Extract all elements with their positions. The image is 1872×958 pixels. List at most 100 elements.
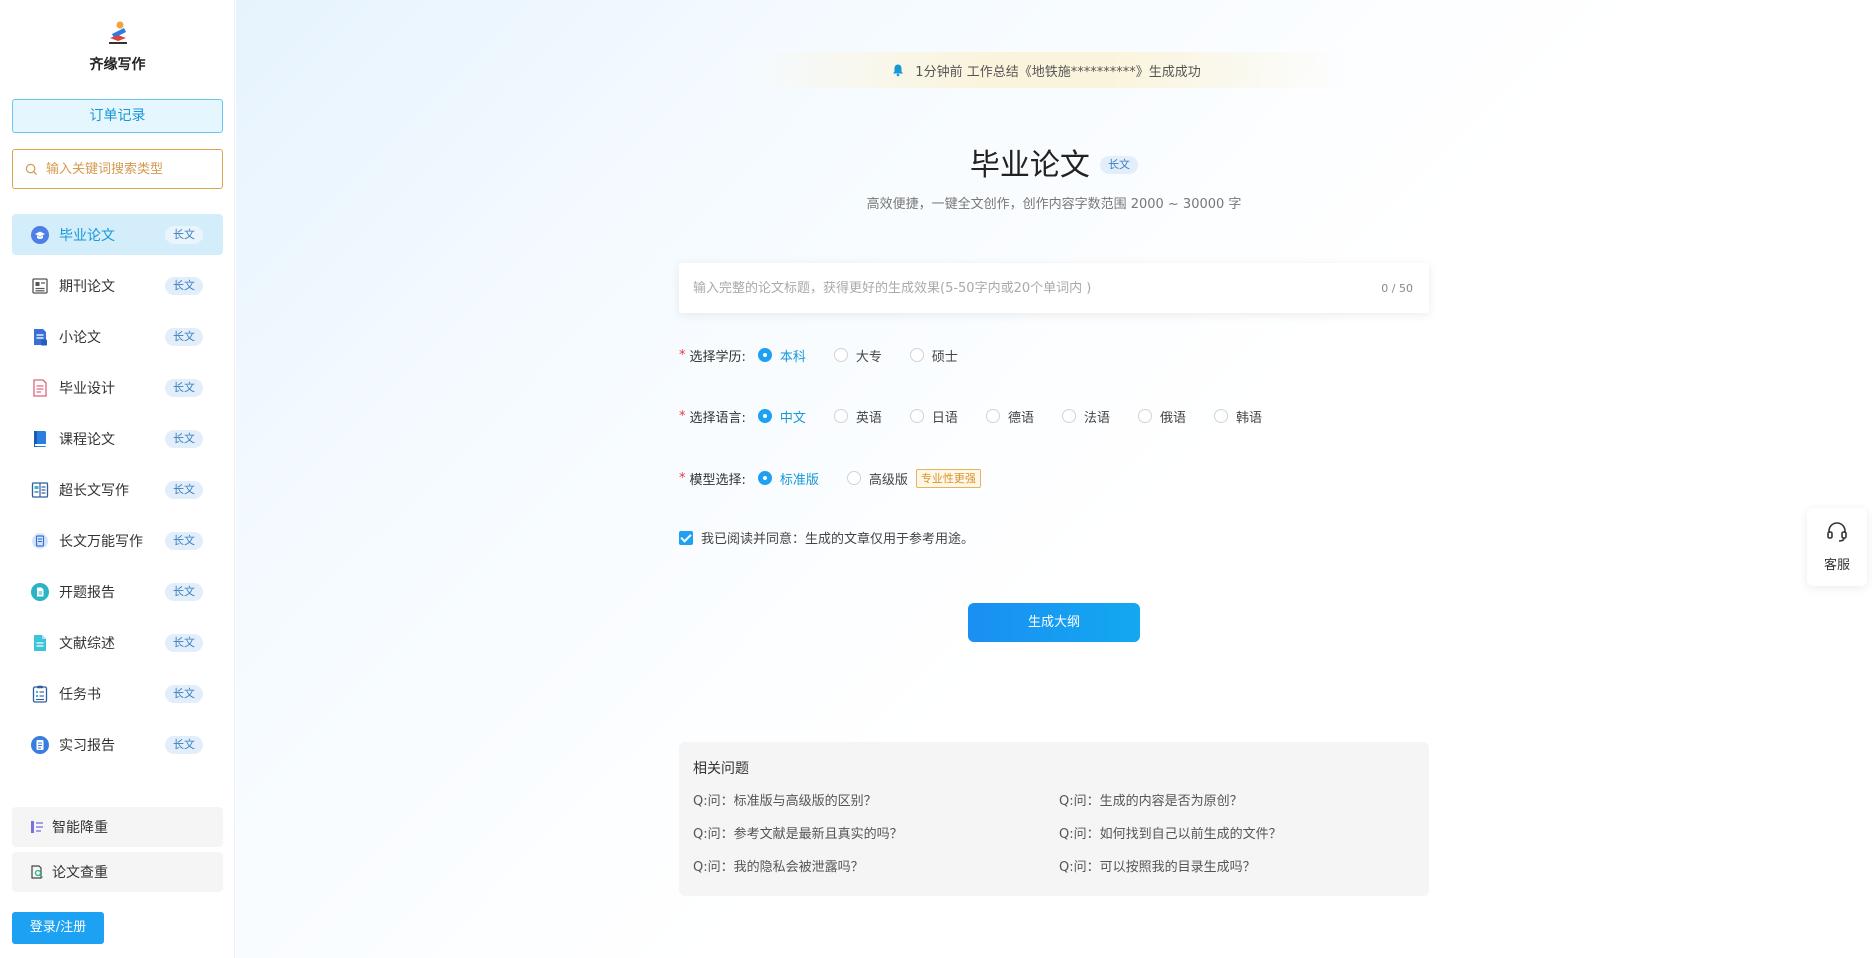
radio-label: 法语 <box>1083 410 1110 426</box>
faq-panel: 相关问题 Q:问：标准版与高级版的区别？ Q:问：生成的内容是否为原创？ Q:问… <box>679 742 1429 896</box>
long-text-tag: 长文 <box>165 684 203 703</box>
radio-dot[interactable] <box>757 409 772 423</box>
long-text-tag: 长文 <box>165 225 203 244</box>
nav-item-universal-long-writing[interactable]: 长文万能写作 长文 <box>12 520 223 561</box>
education-option-college[interactable]: 大专 <box>833 346 882 365</box>
radio-dot[interactable] <box>833 348 848 362</box>
nav-item-proposal-report[interactable]: 开题报告 长文 <box>12 571 223 612</box>
smart-rewrite-button[interactable]: 智能降重 <box>12 807 223 847</box>
headset-icon <box>1827 522 1847 542</box>
search-icon <box>25 163 38 175</box>
long-text-tag: 长文 <box>165 633 203 652</box>
long-text-icon <box>31 481 49 498</box>
radio-dot[interactable] <box>1213 409 1228 423</box>
plagiarism-check-icon <box>31 865 43 879</box>
language-option-korean[interactable]: 韩语 <box>1213 407 1262 426</box>
notice-text: 1分钟前 工作总结《地铁施**********》生成成功 <box>915 64 1201 80</box>
sidebar: 齐缘写作 订单记录 毕业论文 长文 期刊论 <box>0 0 235 958</box>
faq-item[interactable]: Q:问：我的隐私会被泄露吗？ <box>693 858 1059 877</box>
radio-dot[interactable] <box>757 471 772 485</box>
login-register-button[interactable]: 登录/注册 <box>12 912 104 944</box>
thesis-title-input[interactable] <box>693 280 1382 296</box>
nav-item-graduation-thesis[interactable]: 毕业论文 长文 <box>12 214 223 255</box>
model-label: 模型选择: <box>689 472 746 488</box>
nav-item-graduation-design[interactable]: 毕业设计 长文 <box>12 367 223 408</box>
radio-label: 硕士 <box>931 349 958 365</box>
language-option-russian[interactable]: 俄语 <box>1137 407 1186 426</box>
education-option-master[interactable]: 硕士 <box>909 346 958 365</box>
order-records-button[interactable]: 订单记录 <box>12 99 223 133</box>
brand[interactable]: 齐缘写作 <box>0 20 235 74</box>
radio-dot[interactable] <box>909 409 924 423</box>
agreement-checkbox[interactable] <box>679 530 693 545</box>
customer-service-label: 客服 <box>1823 558 1850 573</box>
long-text-tag: 长文 <box>165 378 203 397</box>
model-option-advanced[interactable]: 高级版 <box>846 469 908 488</box>
proposal-report-icon <box>31 582 49 601</box>
nav-item-journal-paper[interactable]: 期刊论文 长文 <box>12 265 223 306</box>
nav-item-literature-review[interactable]: 文献综述 长文 <box>12 622 223 663</box>
language-option-japanese[interactable]: 日语 <box>909 407 958 426</box>
language-option-french[interactable]: 法语 <box>1061 407 1110 426</box>
customer-service-button[interactable]: 客服 <box>1807 508 1867 586</box>
radio-label: 中文 <box>779 410 806 426</box>
nav-item-task-book[interactable]: 任务书 长文 <box>12 673 223 714</box>
nav-item-course-paper[interactable]: 课程论文 长文 <box>12 418 223 459</box>
graduation-cap-icon <box>31 225 49 244</box>
plagiarism-check-label: 论文查重 <box>52 865 108 881</box>
design-doc-icon <box>33 378 47 397</box>
radio-dot[interactable] <box>909 348 924 362</box>
brand-name: 齐缘写作 <box>89 57 146 73</box>
thesis-title-field[interactable]: 0 / 50 <box>679 263 1429 313</box>
long-text-tag: 长文 <box>165 531 203 550</box>
faq-item[interactable]: Q:问：标准版与高级版的区别？ <box>693 792 1059 811</box>
radio-label: 大专 <box>855 349 882 365</box>
faq-list: Q:问：标准版与高级版的区别？ Q:问：生成的内容是否为原创？ Q:问：参考文献… <box>693 792 1415 877</box>
language-option-english[interactable]: 英语 <box>833 407 882 426</box>
radio-dot[interactable] <box>846 471 861 485</box>
radio-dot[interactable] <box>833 409 848 423</box>
faq-title: 相关问题 <box>693 761 749 777</box>
brand-logo-icon <box>105 20 131 46</box>
language-row: * 选择语言: 中文 英语 日语 德语 法语 俄语 韩语 <box>679 405 1290 427</box>
long-text-tag: 长文 <box>165 480 203 499</box>
faq-item[interactable]: Q:问：可以按照我的目录生成吗？ <box>1059 858 1425 877</box>
title-long-text-tag: 长文 <box>1100 156 1139 174</box>
radio-label: 韩语 <box>1235 410 1262 426</box>
agreement-checkbox-row[interactable]: 我已阅读并同意：生成的文章仅用于参考用途。 <box>679 528 974 547</box>
faq-item[interactable]: Q:问：如何找到自己以前生成的文件？ <box>1059 825 1425 844</box>
radio-dot[interactable] <box>757 348 772 362</box>
universal-write-icon <box>32 532 48 549</box>
model-option-standard[interactable]: 标准版 <box>757 469 819 488</box>
task-list-icon <box>32 685 48 703</box>
generate-outline-button[interactable]: 生成大纲 <box>968 603 1140 642</box>
radio-dot[interactable] <box>1137 409 1152 423</box>
education-option-bachelor[interactable]: 本科 <box>757 346 806 365</box>
plagiarism-check-button[interactable]: 论文查重 <box>12 852 223 892</box>
long-text-tag: 长文 <box>165 429 203 448</box>
nav-item-internship-report[interactable]: 实习报告 长文 <box>12 724 223 765</box>
radio-dot[interactable] <box>1061 409 1076 423</box>
radio-dot[interactable] <box>985 409 1000 423</box>
journal-icon <box>32 277 48 294</box>
bell-icon <box>893 64 904 77</box>
main-content: 1分钟前 工作总结《地铁施**********》生成成功 毕业论文 长文 高效便… <box>236 0 1872 958</box>
type-search-box[interactable] <box>12 149 223 189</box>
long-text-tag: 长文 <box>165 276 203 295</box>
type-search-input[interactable] <box>46 161 206 177</box>
agreement-text: 我已阅读并同意：生成的文章仅用于参考用途。 <box>701 532 975 547</box>
language-option-german[interactable]: 德语 <box>985 407 1034 426</box>
faq-item[interactable]: Q:问：参考文献是最新且真实的吗？ <box>693 825 1059 844</box>
radio-label: 标准版 <box>779 472 819 488</box>
page-title: 毕业论文 <box>969 148 1090 183</box>
education-label: 选择学历: <box>689 349 746 365</box>
nav-item-short-paper[interactable]: 小论文 长文 <box>12 316 223 357</box>
document-icon <box>34 328 47 345</box>
rewrite-icon <box>31 821 43 833</box>
faq-item[interactable]: Q:问：生成的内容是否为原创？ <box>1059 792 1425 811</box>
radio-label: 英语 <box>855 410 882 426</box>
nav-item-super-long-writing[interactable]: 超长文写作 长文 <box>12 469 223 510</box>
language-option-chinese[interactable]: 中文 <box>757 407 806 426</box>
long-text-tag: 长文 <box>165 735 203 754</box>
required-mark: * <box>679 347 686 363</box>
